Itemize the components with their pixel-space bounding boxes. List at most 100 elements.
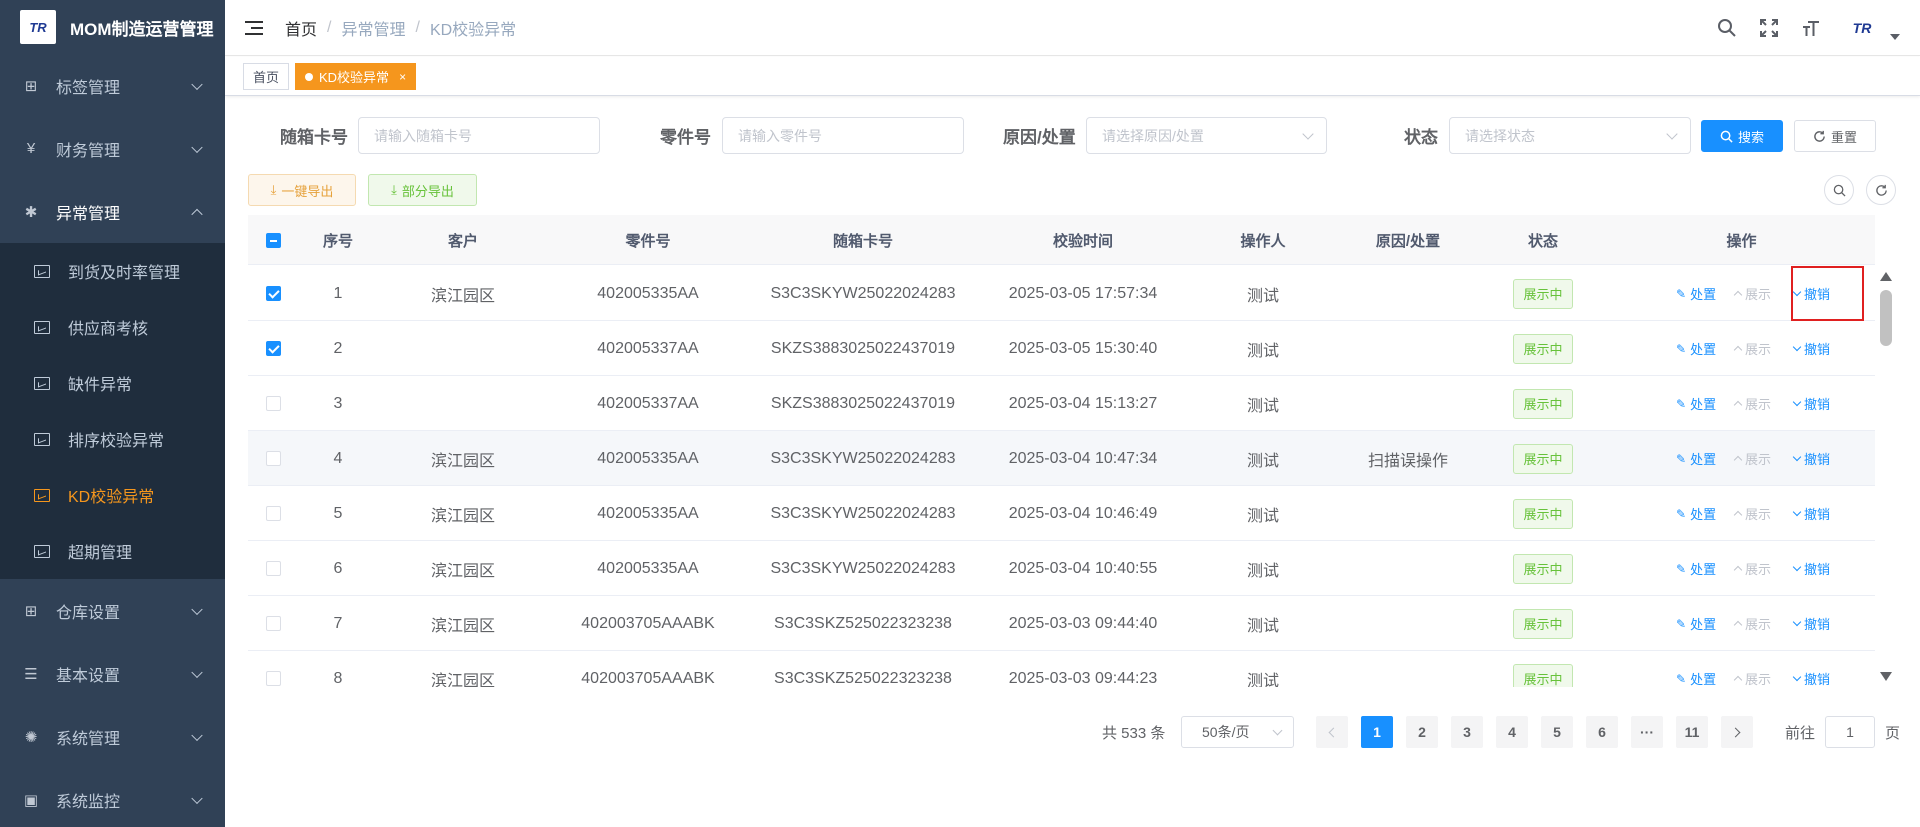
- box-no-input[interactable]: 请输入随箱卡号: [358, 117, 600, 154]
- cell-box: S3C3SKYW25022024283: [770, 284, 956, 302]
- search-icon[interactable]: [1716, 17, 1738, 39]
- page-button[interactable]: 4: [1496, 716, 1528, 748]
- scroll-thumb[interactable]: [1880, 290, 1892, 346]
- sidebar-item-supplier-assessment[interactable]: 供应商考核: [0, 299, 225, 355]
- show-button[interactable]: 展示: [1733, 541, 1772, 596]
- toggle-search-button[interactable]: [1824, 175, 1854, 205]
- sidebar-item-overdue[interactable]: 超期管理: [0, 523, 225, 579]
- revoke-button[interactable]: 撤销: [1792, 596, 1830, 651]
- menu-label-management[interactable]: ⊞ 标签管理: [0, 54, 225, 117]
- page-ellipsis[interactable]: ···: [1631, 716, 1663, 748]
- show-button[interactable]: 展示: [1733, 651, 1771, 687]
- handle-button[interactable]: ✎ 处置: [1676, 321, 1716, 376]
- handle-button[interactable]: ✎ 处置: [1676, 596, 1716, 651]
- sidebar-item-missing-parts[interactable]: 缺件异常: [0, 355, 225, 411]
- sidebar-item-arrival-rate[interactable]: 到货及时率管理: [0, 243, 225, 299]
- row-checkbox[interactable]: [265, 506, 281, 521]
- page-size-select[interactable]: 50条/页: [1181, 716, 1294, 748]
- avatar[interactable]: TR: [1842, 13, 1882, 43]
- tag-kd-check[interactable]: KD校验异常 ×: [295, 63, 417, 90]
- scroll-up-arrow-icon[interactable]: [1880, 272, 1892, 281]
- revoke-button[interactable]: 撤销: [1792, 541, 1830, 596]
- revoke-button[interactable]: 撤销: [1792, 431, 1830, 486]
- sidebar-item-sequence-check[interactable]: 排序校验异常: [0, 411, 225, 467]
- show-button[interactable]: 展示: [1733, 266, 1771, 321]
- row-checkbox[interactable]: [265, 451, 281, 466]
- row-checkbox[interactable]: [265, 396, 281, 411]
- page-button[interactable]: 6: [1586, 716, 1618, 748]
- header-tools: TR: [1716, 0, 1900, 56]
- revoke-button[interactable]: 撤销: [1792, 651, 1830, 687]
- reset-button[interactable]: 重置: [1794, 120, 1876, 152]
- row-checkbox[interactable]: [265, 341, 281, 356]
- row-checkbox[interactable]: [265, 671, 281, 686]
- scroll-down-arrow-icon[interactable]: [1880, 672, 1892, 681]
- breadcrumb-home[interactable]: 首页: [285, 16, 317, 40]
- export-all-button[interactable]: ⤓ 一键导出: [248, 174, 356, 206]
- show-button[interactable]: 展示: [1733, 321, 1771, 376]
- next-page-button[interactable]: [1721, 716, 1753, 748]
- page-button[interactable]: 5: [1541, 716, 1573, 748]
- fullscreen-icon[interactable]: [1758, 17, 1780, 39]
- handle-button[interactable]: ✎ 处置: [1676, 486, 1716, 541]
- table-row[interactable]: 2 402005337AA SKZS3883025022437019 2025-03-…: [248, 321, 1875, 376]
- menu-system[interactable]: ✺ 系统管理: [0, 705, 225, 768]
- font-size-icon[interactable]: [1800, 17, 1822, 39]
- table-row[interactable]: 3 402005337AA SKZS3883025022437019 2025-03-…: [248, 376, 1875, 431]
- page-button[interactable]: 3: [1451, 716, 1483, 748]
- refresh-icon: [1875, 184, 1887, 196]
- page-button[interactable]: 1: [1361, 716, 1393, 748]
- table-row[interactable]: 5 滨江园区 402005335AA S3C3SKYW25022024283 2025-…: [248, 486, 1875, 541]
- show-button[interactable]: 展示: [1733, 486, 1771, 541]
- table-row[interactable]: 7 滨江园区 402003705AAABK S3C3SKZ525022323238 20…: [248, 596, 1875, 651]
- handle-button[interactable]: ✎ 处置: [1676, 376, 1716, 431]
- show-button[interactable]: 展示: [1733, 431, 1771, 486]
- cell-reason: [1338, 266, 1478, 321]
- part-no-input[interactable]: 请输入零件号: [722, 117, 964, 154]
- row-checkbox[interactable]: [265, 616, 281, 631]
- tag-home[interactable]: 首页: [243, 63, 290, 90]
- page-button[interactable]: 11: [1676, 716, 1708, 748]
- table-row[interactable]: 1 滨江园区 402005335AA S3C3SKYW25022024283 2025-…: [248, 266, 1875, 321]
- caret-down-icon[interactable]: [1890, 34, 1900, 40]
- menu-exception[interactable]: ✱ 异常管理: [0, 180, 225, 243]
- handle-button[interactable]: ✎ 处置: [1676, 541, 1716, 596]
- op-label: 展示: [1745, 562, 1772, 577]
- handle-button[interactable]: ✎ 处置: [1676, 266, 1716, 321]
- show-button[interactable]: 展示: [1733, 376, 1771, 431]
- menu-basic-settings[interactable]: ☰ 基本设置: [0, 642, 225, 705]
- table-row[interactable]: 8 滨江园区 402003705AAABK S3C3SKZ525022323238 20…: [248, 651, 1875, 687]
- table-row[interactable]: 6 滨江园区 402005335AA S3C3SKYW25022024283 2025-…: [248, 541, 1875, 596]
- reason-select[interactable]: 请选择原因/处置: [1086, 117, 1327, 154]
- export-part-button[interactable]: ⤓ 部分导出: [368, 174, 477, 206]
- op-label: 撤销: [1804, 397, 1831, 412]
- status-badge: 展示中: [1513, 333, 1573, 364]
- page-button[interactable]: 2: [1406, 716, 1438, 748]
- row-checkbox[interactable]: [265, 561, 281, 576]
- close-icon[interactable]: ×: [399, 70, 406, 84]
- handle-button[interactable]: ✎ 处置: [1676, 431, 1716, 486]
- col-index: 序号: [322, 232, 353, 250]
- menu-monitor[interactable]: ▣ 系统监控: [0, 768, 225, 827]
- cell-status: 展示中: [1478, 596, 1608, 651]
- cell-reason: 扫描误操作: [1367, 452, 1448, 470]
- show-button[interactable]: 展示: [1733, 596, 1771, 651]
- prev-page-button[interactable]: [1316, 716, 1348, 748]
- status-select[interactable]: 请选择状态: [1449, 117, 1691, 154]
- table-row[interactable]: 4 滨江园区 402005335AA S3C3SKYW25022024283 2025-…: [248, 431, 1875, 486]
- status-badge: 展示中: [1513, 498, 1573, 529]
- sidebar-item-kd-check[interactable]: KD校验异常: [0, 467, 225, 523]
- revoke-button[interactable]: 撤销: [1792, 376, 1831, 431]
- revoke-button[interactable]: 撤销: [1792, 321, 1830, 376]
- refresh-button[interactable]: [1866, 175, 1896, 205]
- row-checkbox[interactable]: [265, 286, 281, 301]
- menu-finance[interactable]: ¥ 财务管理: [0, 117, 225, 180]
- search-button[interactable]: 搜索: [1701, 120, 1783, 152]
- goto-page-input[interactable]: 1: [1825, 716, 1876, 748]
- hamburger-icon[interactable]: [245, 20, 263, 35]
- revoke-button[interactable]: 撤销: [1792, 486, 1830, 541]
- menu-warehouse[interactable]: ⊞ 仓库设置: [0, 579, 225, 642]
- field-label: 原因/处置: [1003, 127, 1076, 147]
- select-all-checkbox[interactable]: [265, 232, 281, 248]
- handle-button[interactable]: ✎ 处置: [1676, 651, 1716, 688]
